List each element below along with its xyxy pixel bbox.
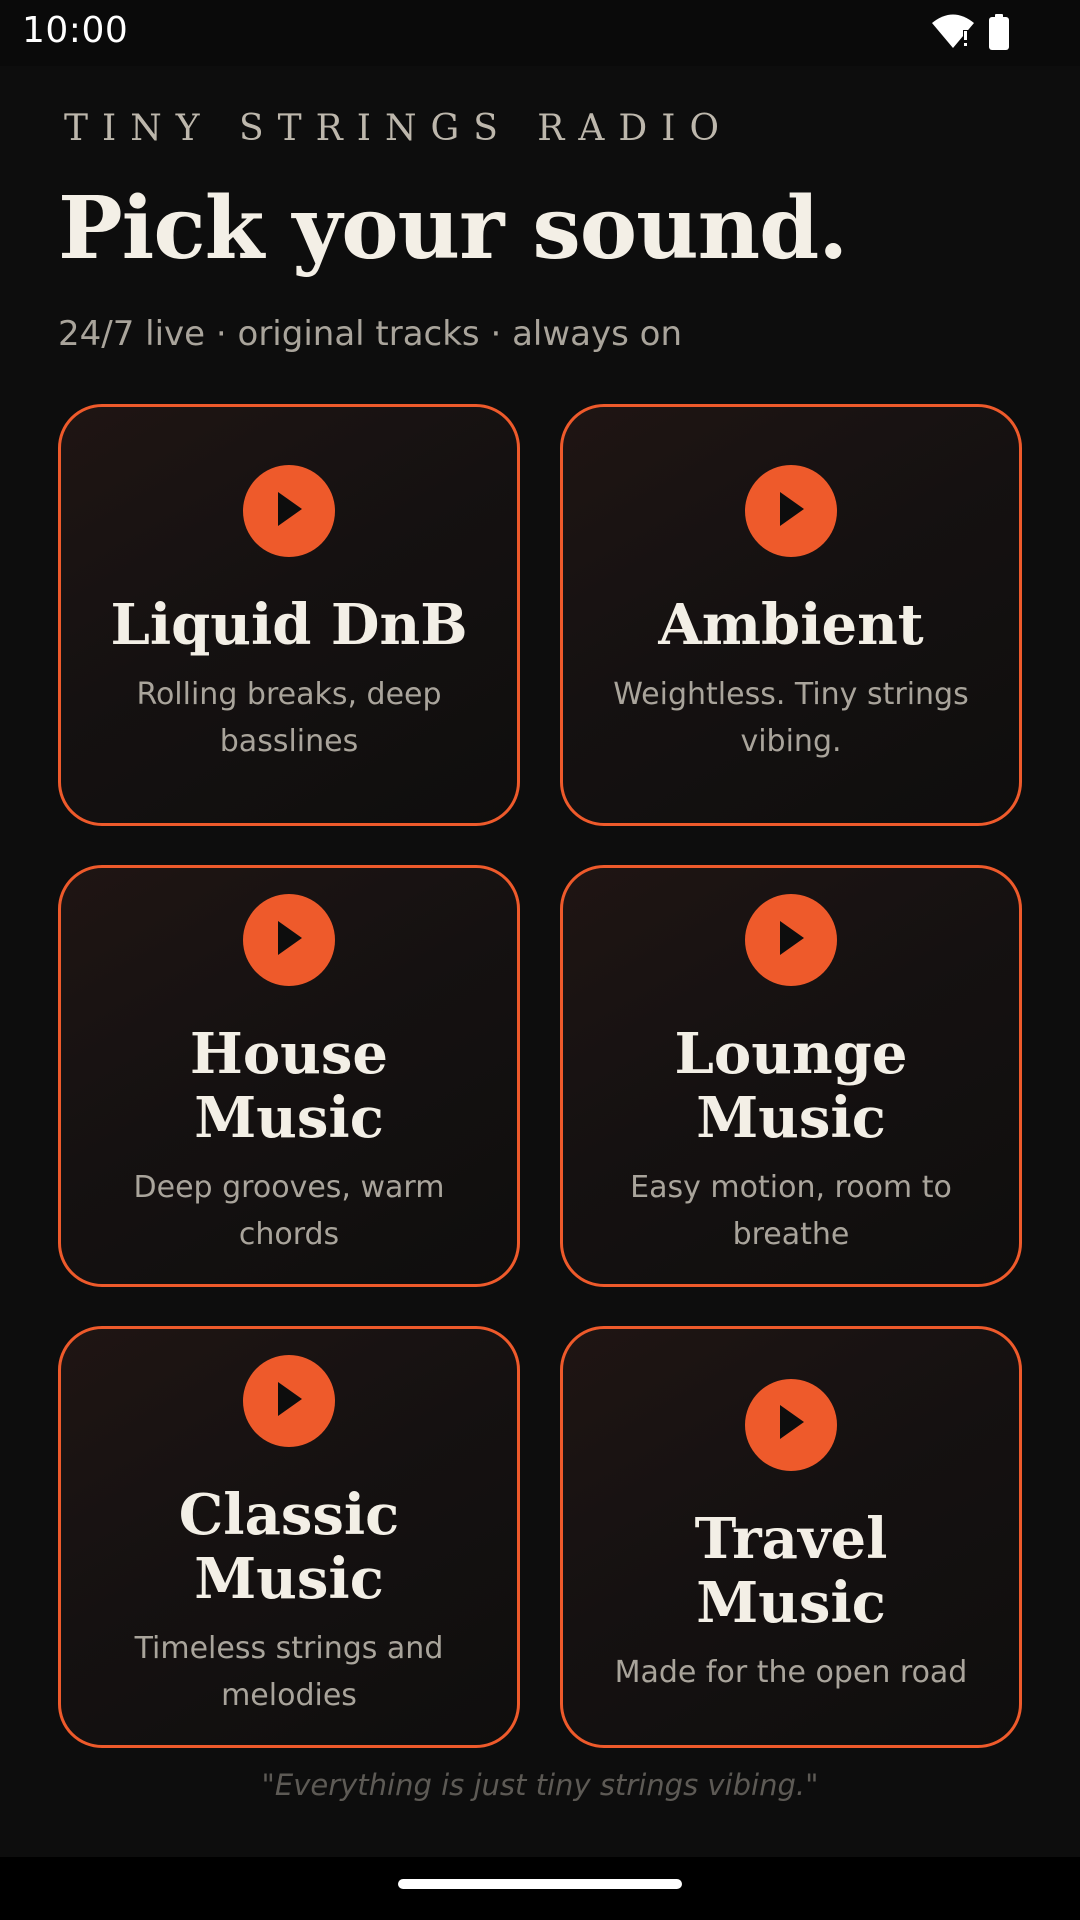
play-button[interactable]	[745, 1378, 837, 1471]
station-card-travel-music[interactable]: Travel Music Made for the open road	[560, 1326, 1022, 1748]
page-subtitle: 24/7 live · original tracks · always on	[58, 314, 682, 354]
play-icon	[774, 919, 808, 962]
page-title: Pick your sound.	[58, 178, 848, 279]
station-title: Travel Music	[694, 1505, 888, 1636]
battery-icon	[988, 14, 1010, 55]
station-card-ambient[interactable]: Ambient Weightless. Tiny strings vibing.	[560, 404, 1022, 826]
station-card-lounge-music[interactable]: Lounge Music Easy motion, room to breath…	[560, 865, 1022, 1287]
home-indicator[interactable]	[398, 1879, 682, 1889]
play-icon	[272, 490, 306, 533]
station-title: Classic Music	[178, 1482, 400, 1612]
navigation-bar	[0, 1857, 1080, 1920]
status-icons	[932, 14, 1010, 55]
station-card-liquid-dnb[interactable]: Liquid DnB Rolling breaks, deep bassline…	[58, 404, 520, 826]
station-description: Easy motion, room to breathe	[630, 1170, 952, 1252]
wifi-icon	[932, 14, 974, 55]
play-icon	[774, 1403, 808, 1446]
station-card-house-music[interactable]: House Music Deep grooves, warm chords	[58, 865, 520, 1287]
play-icon	[774, 490, 808, 533]
play-button[interactable]	[243, 465, 335, 557]
status-bar: 10:00	[0, 0, 1080, 66]
play-icon	[272, 1380, 306, 1423]
station-title: House Music	[189, 1021, 389, 1151]
play-button[interactable]	[745, 894, 837, 986]
play-icon	[272, 919, 306, 962]
station-description: Rolling breaks, deep basslines	[136, 677, 442, 759]
play-button[interactable]	[745, 465, 837, 557]
station-grid: Liquid DnB Rolling breaks, deep bassline…	[58, 404, 1022, 1748]
app-eyebrow: TINY STRINGS RADIO	[64, 108, 734, 149]
play-button[interactable]	[243, 894, 335, 986]
station-description: Timeless strings and melodies	[134, 1631, 444, 1713]
station-description: Weightless. Tiny strings vibing.	[613, 677, 969, 759]
station-title: Lounge Music	[674, 1021, 908, 1151]
status-time: 10:00	[22, 10, 129, 51]
station-card-classic-music[interactable]: Classic Music Timeless strings and melod…	[58, 1326, 520, 1748]
footer-quote: "Everything is just tiny strings vibing.…	[261, 1768, 819, 1802]
station-description: Made for the open road	[614, 1654, 968, 1690]
play-button[interactable]	[243, 1355, 335, 1447]
station-description: Deep grooves, warm chords	[133, 1170, 445, 1252]
station-title: Liquid DnB	[110, 592, 468, 658]
station-title: Ambient	[658, 592, 924, 658]
